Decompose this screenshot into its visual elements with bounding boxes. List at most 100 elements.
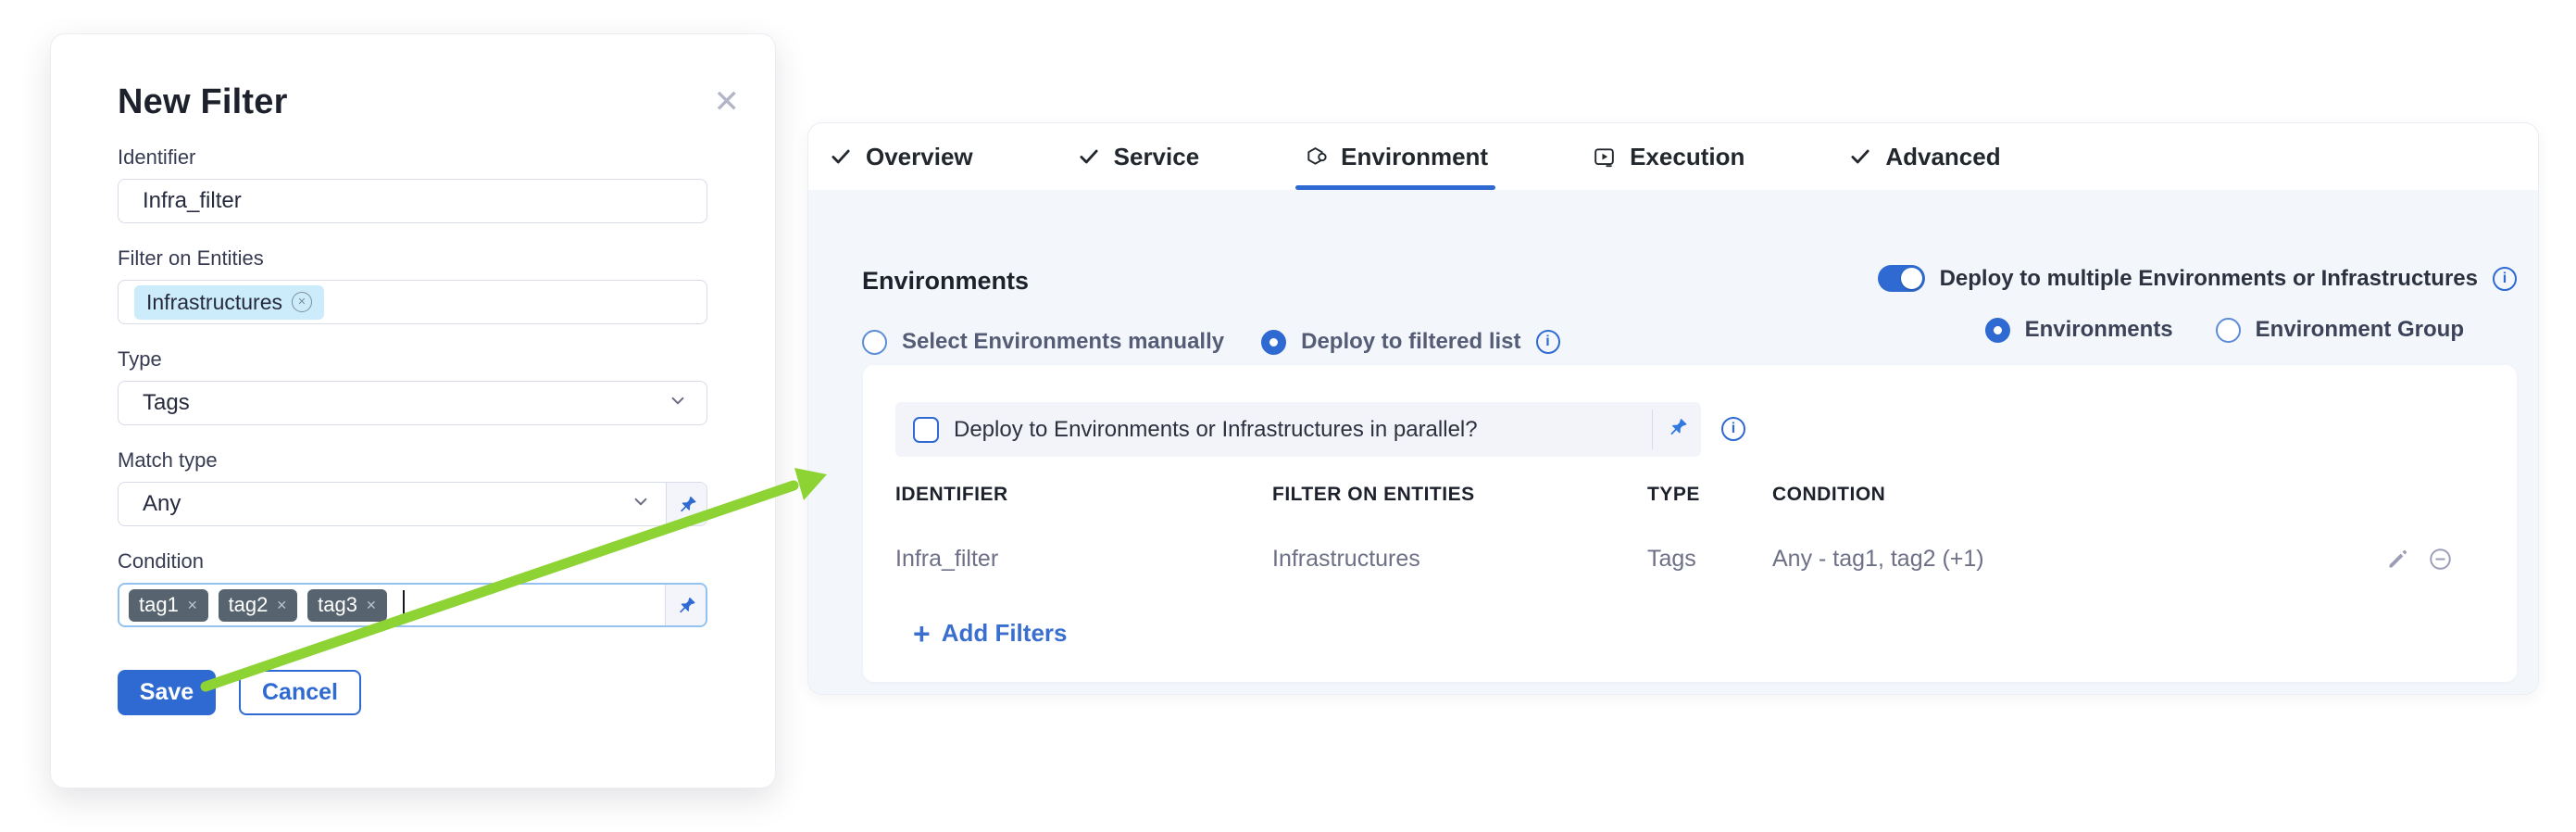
save-button[interactable]: Save — [118, 670, 216, 715]
chip-remove-icon[interactable]: ✕ — [187, 598, 198, 613]
page: ✕ New Filter Identifier Infra_filter Fil… — [0, 0, 2576, 832]
plus-icon: + — [913, 620, 931, 648]
radio-deploy-filtered-list[interactable]: Deploy to filtered list i — [1261, 329, 1559, 355]
tab-label: Overview — [866, 143, 973, 171]
environments-section: Environments Select Environments manuall… — [862, 267, 1560, 355]
deploy-parallel-row: Deploy to Environments or Infrastructure… — [895, 402, 1701, 457]
tab-service[interactable]: Service — [1077, 123, 1200, 190]
add-filters-label: Add Filters — [942, 619, 1068, 648]
row-identifier: Infra_filter — [895, 546, 1272, 573]
divider — [1652, 410, 1653, 449]
identifier-label: Identifier — [118, 145, 707, 170]
table-row: Infra_filter Infrastructures Tags Any - … — [895, 546, 2461, 573]
add-filters-button[interactable]: + Add Filters — [913, 619, 1067, 648]
filter-on-entities-label: Filter on Entities — [118, 246, 707, 271]
tab-overview[interactable]: Overview — [829, 123, 973, 190]
environment-icon — [1303, 145, 1328, 170]
edit-pencil-icon[interactable] — [2376, 547, 2419, 572]
stage-tabbar: Overview Service Environment Execution A… — [808, 123, 2538, 190]
deploy-mode-radio-group: Select Environments manually Deploy to f… — [862, 329, 1560, 355]
match-type-select[interactable]: Any — [118, 482, 707, 526]
entities-chip-label: Infrastructures — [146, 290, 282, 315]
row-condition: Any - tag1, tag2 (+1) — [1772, 546, 2376, 573]
tab-label: Service — [1114, 143, 1200, 171]
row-entities: Infrastructures — [1272, 546, 1647, 573]
multi-env-toggle-row: Deploy to multiple Environments or Infra… — [1878, 265, 2517, 292]
info-icon[interactable]: i — [2493, 267, 2517, 291]
tab-label: Environment — [1341, 143, 1488, 171]
condition-label: Condition — [118, 549, 707, 574]
radio-label: Environments — [2025, 317, 2173, 343]
condition-field[interactable]: tag1 ✕ tag2 ✕ tag3 ✕ — [118, 583, 707, 627]
col-type: TYPE — [1647, 484, 1772, 506]
text-cursor — [403, 590, 405, 621]
toggle-knob — [1901, 268, 1922, 289]
col-identifier: IDENTIFIER — [895, 484, 1272, 506]
radio-label: Deploy to filtered list — [1301, 329, 1520, 355]
radio-icon[interactable] — [2216, 318, 2241, 343]
info-icon[interactable]: i — [1536, 330, 1560, 354]
check-icon — [1077, 145, 1101, 169]
radio-environments[interactable]: Environments — [1985, 317, 2173, 343]
radio-label: Select Environments manually — [902, 329, 1224, 355]
environment-tab-content: Environments Select Environments manuall… — [808, 190, 2538, 694]
radio-icon[interactable] — [862, 330, 887, 355]
identifier-field[interactable]: Infra_filter — [118, 179, 707, 223]
tag-label: tag2 — [229, 593, 269, 617]
tab-execution[interactable]: Execution — [1592, 123, 1744, 190]
parallel-label: Deploy to Environments or Infrastructure… — [954, 417, 1478, 443]
condition-tag-chip[interactable]: tag2 ✕ — [219, 589, 298, 622]
type-value: Tags — [143, 390, 190, 416]
radio-icon[interactable] — [1261, 330, 1286, 355]
chip-remove-icon[interactable]: ✕ — [292, 292, 312, 312]
entities-chip[interactable]: Infrastructures ✕ — [134, 285, 324, 320]
type-select[interactable]: Tags — [118, 381, 707, 425]
radio-label: Environment Group — [2256, 317, 2464, 343]
modal-buttons: Save Cancel — [118, 670, 707, 715]
filters-card: Deploy to Environments or Infrastructure… — [863, 365, 2517, 682]
pin-icon[interactable] — [1665, 415, 1689, 444]
identifier-value: Infra_filter — [143, 188, 242, 214]
new-filter-modal: ✕ New Filter Identifier Infra_filter Fil… — [50, 33, 776, 788]
match-type-label: Match type — [118, 448, 707, 473]
tab-advanced[interactable]: Advanced — [1848, 123, 2000, 190]
condition-tag-chip[interactable]: tag3 ✕ — [307, 589, 387, 622]
deploy-multiple-toggle[interactable] — [1878, 265, 1925, 292]
stage-config-panel: Overview Service Environment Execution A… — [807, 122, 2539, 695]
modal-title: New Filter — [118, 82, 707, 122]
check-icon — [1848, 145, 1872, 169]
chip-remove-icon[interactable]: ✕ — [276, 598, 287, 613]
check-icon — [829, 145, 853, 169]
execution-icon — [1592, 145, 1617, 170]
match-type-value: Any — [143, 491, 181, 517]
type-label: Type — [118, 347, 707, 372]
multi-env-controls: Deploy to multiple Environments or Infra… — [1878, 265, 2517, 343]
parallel-checkbox[interactable] — [913, 417, 939, 443]
tag-label: tag1 — [139, 593, 179, 617]
chip-remove-icon[interactable]: ✕ — [366, 598, 377, 613]
chevron-down-icon — [629, 489, 653, 520]
toggle-label: Deploy to multiple Environments or Infra… — [1940, 266, 2478, 292]
cancel-button[interactable]: Cancel — [239, 670, 361, 715]
tab-label: Execution — [1630, 143, 1744, 171]
tab-label: Advanced — [1885, 143, 2000, 171]
radio-environment-group[interactable]: Environment Group — [2216, 317, 2464, 343]
remove-minus-circle-icon[interactable] — [2419, 546, 2461, 573]
env-target-radio-group: Environments Environment Group — [1985, 317, 2464, 343]
tag-label: tag3 — [318, 593, 357, 617]
close-icon[interactable]: ✕ — [714, 86, 741, 118]
radio-icon[interactable] — [1985, 318, 2010, 343]
pin-icon[interactable] — [665, 585, 706, 625]
radio-select-manually[interactable]: Select Environments manually — [862, 329, 1224, 355]
filter-on-entities-field[interactable]: Infrastructures ✕ — [118, 280, 707, 324]
environments-heading: Environments — [862, 267, 1560, 296]
row-type: Tags — [1647, 546, 1772, 573]
tab-environment[interactable]: Environment — [1303, 123, 1488, 190]
col-filter-on-entities: FILTER ON ENTITIES — [1272, 484, 1647, 506]
pin-icon[interactable] — [666, 483, 707, 525]
col-condition: CONDITION — [1772, 484, 2376, 506]
condition-tag-chip[interactable]: tag1 ✕ — [129, 589, 208, 622]
chevron-down-icon — [666, 388, 690, 419]
filters-table-header: IDENTIFIER FILTER ON ENTITIES TYPE CONDI… — [895, 484, 2461, 506]
info-icon[interactable]: i — [1721, 417, 1745, 441]
